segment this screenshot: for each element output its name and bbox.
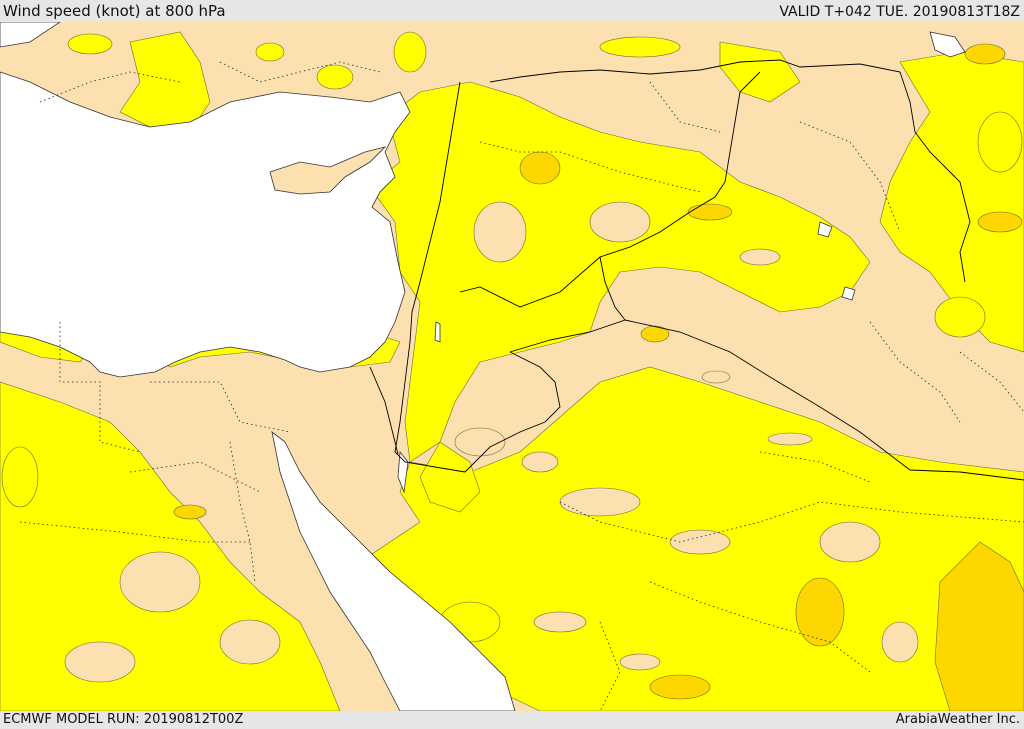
gold-patch [519,151,561,185]
map-area [0,22,1024,711]
wind-blob [977,111,1023,173]
gold-patch [173,504,207,520]
gold-patch [977,211,1023,233]
wind-blob [255,42,285,62]
dead-sea [434,321,441,343]
model-run-label: ECMWF MODEL RUN: 20190812T00Z [3,712,244,727]
gold-patch [795,577,845,647]
gold-patch [687,203,733,221]
wind-blob [599,36,681,58]
gold-patch [964,43,1006,65]
wind-blob [934,296,986,338]
wind-blob [393,31,427,73]
weather-map-figure: Wind speed (knot) at 800 hPa VALID T+042… [0,0,1024,729]
header-bar: Wind speed (knot) at 800 hPa VALID T+042… [0,0,1024,22]
map-title: Wind speed (knot) at 800 hPa [3,2,226,20]
wind-blob [316,64,354,90]
wind-blob [1,446,39,508]
valid-time-label: VALID T+042 TUE. 20190813T18Z [779,4,1020,20]
mediterranean-sea [0,71,411,378]
wind-blob [67,33,113,55]
wind-speed-map [0,22,1024,711]
credit-label: ArabiaWeather Inc. [895,712,1020,727]
gold-patch [649,674,711,700]
footer-bar: ECMWF MODEL RUN: 20190812T00Z ArabiaWeat… [0,711,1024,729]
